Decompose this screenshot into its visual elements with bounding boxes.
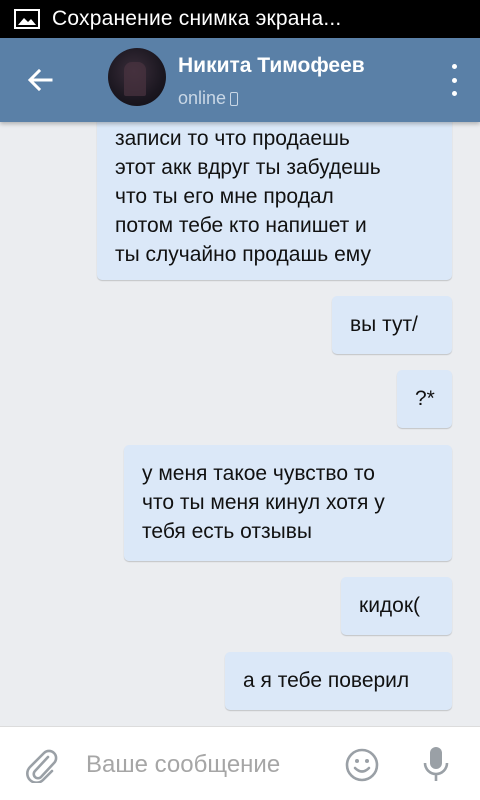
menu-button[interactable] <box>448 64 460 96</box>
message-input[interactable] <box>86 749 326 781</box>
message-text: ?* <box>415 387 435 410</box>
chat-header: Никита Тимофеев online <box>0 38 480 122</box>
message-text: у меня такое чувство то что ты меня кину… <box>142 462 385 543</box>
contact-status: online <box>178 88 239 109</box>
message-list: записи то что продаешь этот акк вдруг ты… <box>0 122 480 726</box>
phone-icon <box>230 91 239 106</box>
status-bar-text: Сохранение снимка экрана... <box>52 7 342 30</box>
back-button[interactable] <box>18 58 62 102</box>
message-text: вы тут/ <box>350 313 418 336</box>
message-text: кидок( <box>359 594 421 617</box>
contact-name[interactable]: Никита Тимофеев <box>178 54 365 78</box>
paperclip-icon[interactable] <box>24 747 58 783</box>
image-icon <box>14 9 40 29</box>
message-input-bar <box>0 726 480 800</box>
status-bar: Сохранение снимка экрана... <box>0 0 480 38</box>
avatar[interactable] <box>108 48 166 106</box>
message-text: а я тебе поверил <box>243 669 410 692</box>
online-status-text: online <box>178 88 227 108</box>
arrow-left-icon <box>27 68 53 92</box>
message-bubble[interactable]: у меня такое чувство то что ты меня кину… <box>124 445 452 561</box>
smile-icon[interactable] <box>344 747 380 783</box>
message-bubble[interactable]: кидок( <box>341 577 452 635</box>
microphone-icon[interactable] <box>420 745 452 785</box>
message-bubble[interactable]: вы тут/ <box>332 296 452 354</box>
more-vert-icon <box>451 64 457 69</box>
message-bubble[interactable]: записи то что продаешь этот акк вдруг ты… <box>97 122 452 280</box>
message-text: записи то что продаешь этот акк вдруг ты… <box>115 127 381 266</box>
message-bubble[interactable]: а я тебе поверил <box>225 652 452 710</box>
message-bubble[interactable]: ?* <box>397 370 452 428</box>
